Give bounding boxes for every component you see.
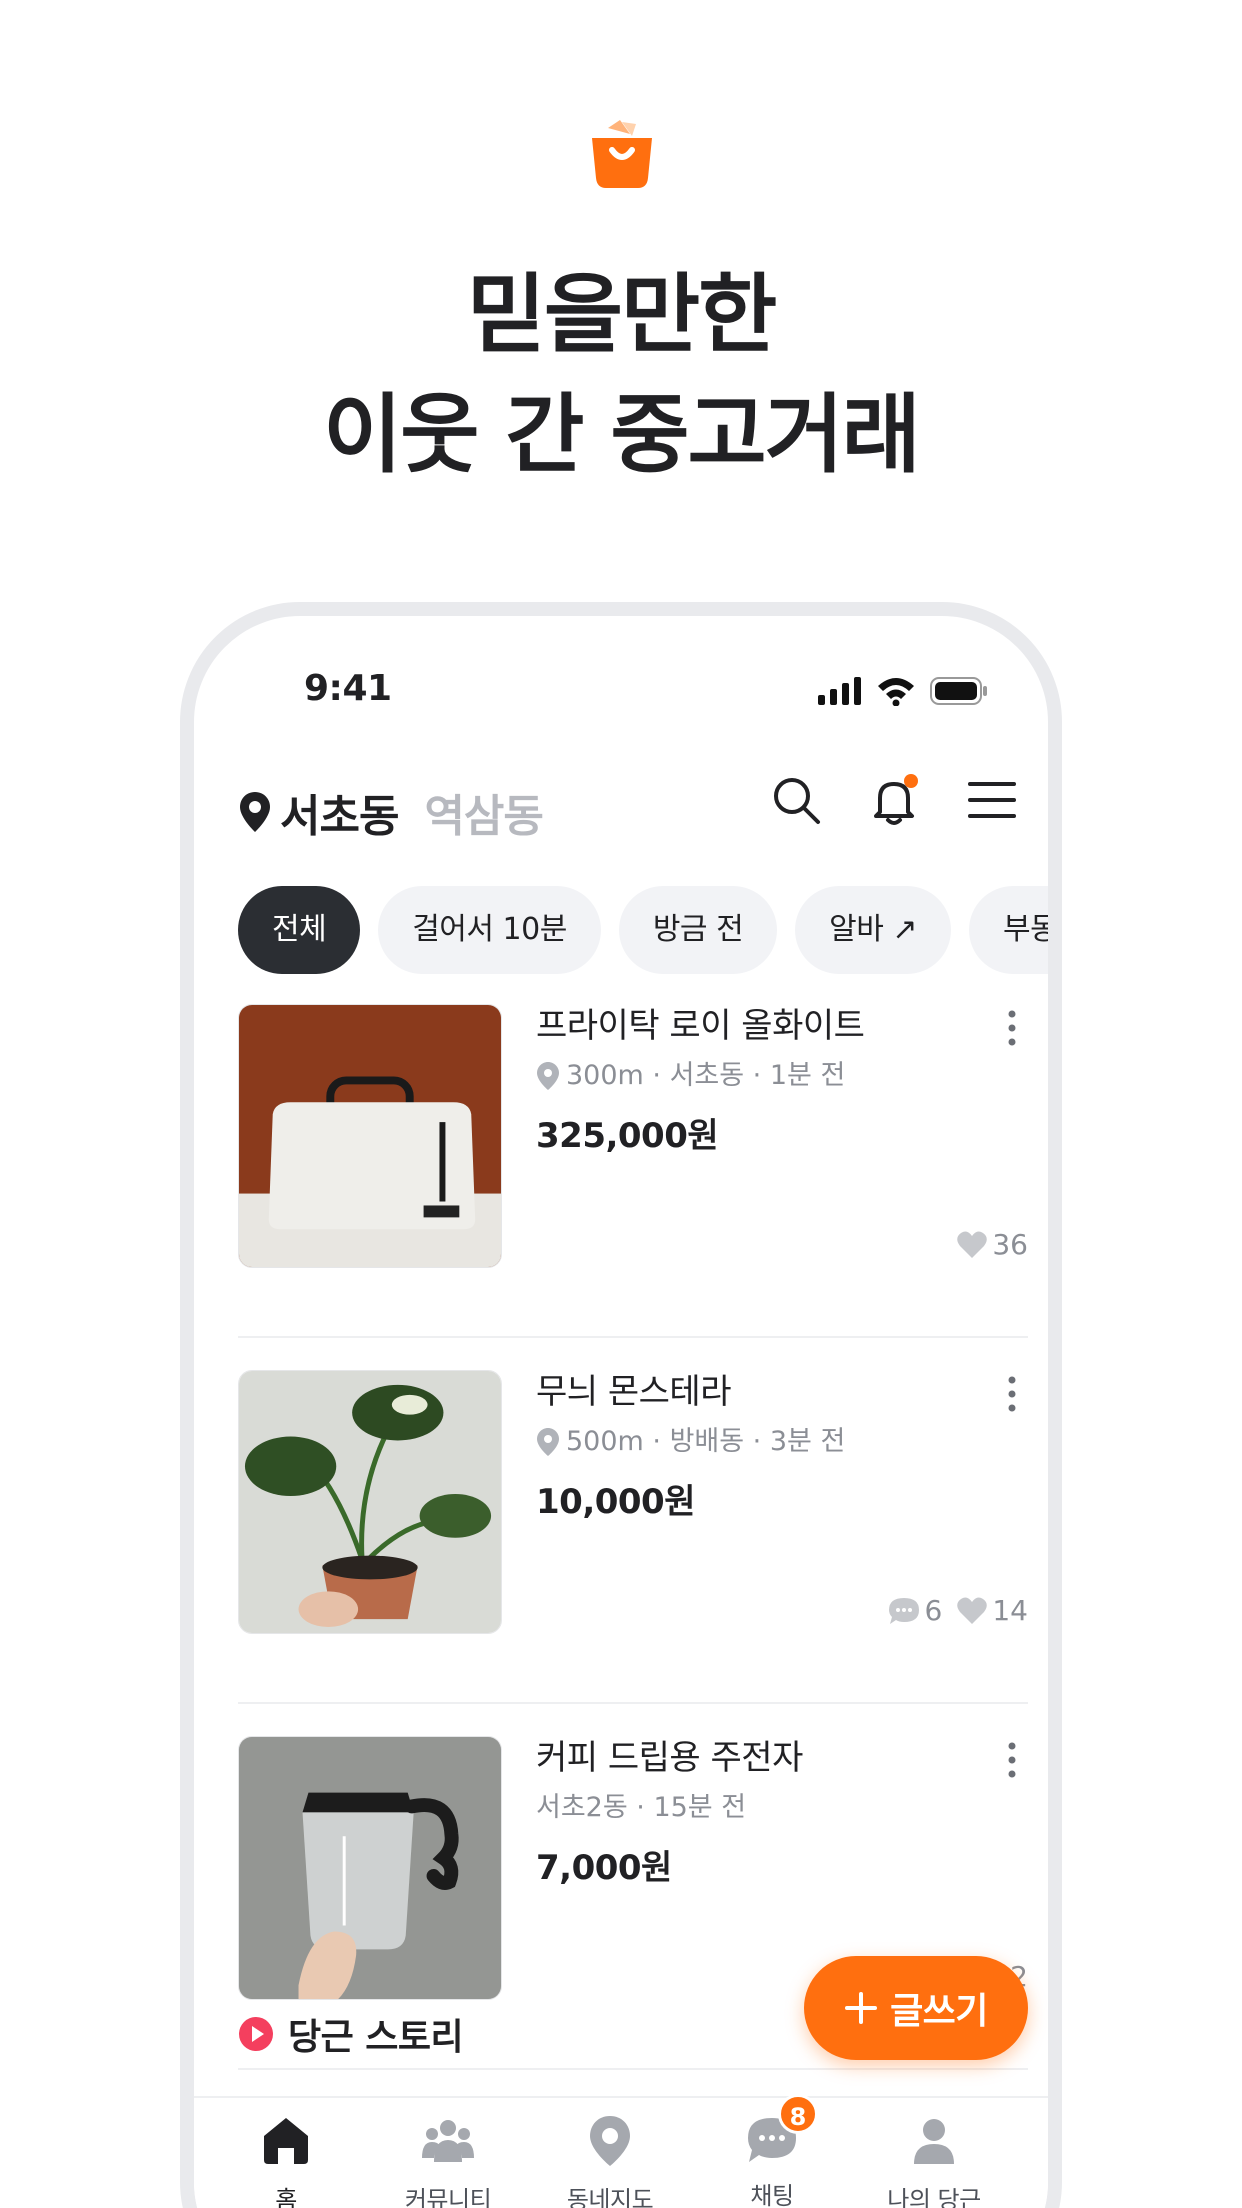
headline-line-2: 이웃 간 중고거래	[323, 385, 921, 485]
story-label: 당근 스토리	[288, 2017, 464, 2058]
item-list: 프라이탁 로이 올화이트 300m · 서초동 · 1분 전 325,000원	[238, 1004, 1028, 2070]
item-price: 7,000원	[536, 1848, 672, 1888]
location-pin-icon	[537, 1428, 559, 1456]
item-meta: 300m · 서초동 · 1분 전	[536, 1058, 1028, 1094]
location-alt[interactable]: 역삼동	[424, 780, 543, 844]
status-time: 9:41	[304, 668, 392, 709]
heart-icon	[957, 1597, 988, 1624]
app-logo-icon	[592, 120, 652, 188]
top-header: 서초동 역삼동	[194, 766, 1048, 856]
wifi-icon	[878, 678, 914, 706]
tab-chat[interactable]: 8 채팅	[702, 2094, 842, 2208]
item-meta-text: 500m · 방배동 · 3분 전	[566, 1426, 846, 1457]
item-body: 프라이탁 로이 올화이트 300m · 서초동 · 1분 전 325,000원	[536, 1004, 1028, 1157]
story-section-header[interactable]: 당근 스토리	[238, 2008, 464, 2060]
notification-dot	[904, 774, 918, 788]
heart-icon	[957, 1231, 988, 1258]
comment-count: 6	[887, 1594, 943, 1627]
more-options-icon[interactable]	[1002, 1374, 1022, 1414]
item-image-plant[interactable]	[238, 1370, 502, 1634]
item-meta-text: 300m · 서초동 · 1분 전	[566, 1060, 846, 1091]
chat-badge: 8	[778, 2094, 818, 2134]
status-bar: 9:41	[194, 668, 1048, 728]
headline: 믿을만한 이웃 간 중고거래	[0, 255, 1242, 495]
bottom-tab-bar: 홈 커뮤니티 동네지도 8 채팅 나의 당근	[194, 2094, 1048, 2208]
signal-icon	[818, 677, 861, 705]
item-price: 325,000원	[536, 1116, 719, 1156]
tab-my[interactable]: 나의 당근	[864, 2112, 1004, 2208]
tab-label: 채팅	[750, 2182, 794, 2208]
tab-label: 동네지도	[566, 2186, 654, 2208]
home-icon	[264, 2118, 308, 2164]
item-title[interactable]: 무늬 몬스테라	[536, 1370, 1028, 1414]
comment-count-value: 6	[924, 1594, 943, 1627]
list-item[interactable]: 프라이탁 로이 올화이트 300m · 서초동 · 1분 전 325,000원	[238, 1004, 1028, 1338]
location-pin-icon	[537, 1062, 559, 1090]
item-counts: 36	[956, 1228, 1028, 1261]
chip-walk-10min[interactable]: 걸어서 10분	[378, 886, 601, 974]
more-options-icon[interactable]	[1002, 1008, 1022, 1048]
menu-icon[interactable]	[966, 774, 1018, 826]
tab-label: 나의 당근	[887, 2186, 981, 2208]
item-meta-text: 서초2동 · 15분 전	[536, 1792, 747, 1823]
story-play-icon	[239, 2017, 273, 2051]
chip-alba[interactable]: 알바 ↗	[795, 886, 952, 974]
like-count-value: 14	[992, 1594, 1028, 1627]
write-post-label: 글쓰기	[890, 1991, 988, 2032]
app-screen: 9:41 서초동 역삼동 전체 걸어서 10분 방금 전 알바 ↗ 부 프라이탁…	[194, 616, 1048, 2208]
notification-button[interactable]	[868, 774, 920, 826]
item-title[interactable]: 커피 드립용 주전자	[536, 1736, 1028, 1780]
header-actions	[770, 774, 1018, 826]
chat-bubble-icon	[888, 1597, 919, 1624]
location-pin-icon	[240, 792, 270, 832]
plus-icon	[845, 1992, 878, 2024]
filter-chips: 전체 걸어서 10분 방금 전 알바 ↗ 부동산	[238, 886, 1048, 974]
like-count-value: 36	[992, 1228, 1028, 1261]
like-count: 14	[956, 1594, 1028, 1627]
profile-icon	[914, 2119, 954, 2164]
more-options-icon[interactable]	[1002, 1740, 1022, 1780]
item-title[interactable]: 프라이탁 로이 올화이트	[536, 1004, 1028, 1048]
tab-map[interactable]: 동네지도	[540, 2112, 680, 2208]
item-body: 커피 드립용 주전자 서초2동 · 15분 전 7,000원	[536, 1736, 1028, 1889]
status-icons	[818, 676, 988, 706]
tab-label: 커뮤니티	[404, 2186, 492, 2208]
location-current[interactable]: 서초동	[280, 780, 399, 844]
chip-real-estate[interactable]: 부동산	[969, 886, 1048, 974]
location-selector[interactable]: 서초동 역삼동	[238, 780, 544, 844]
item-image-kettle[interactable]	[238, 1736, 502, 2000]
tab-label: 홈	[275, 2186, 297, 2208]
chip-just-now[interactable]: 방금 전	[618, 886, 778, 974]
battery-icon	[930, 677, 987, 705]
chip-all[interactable]: 전체	[238, 886, 361, 974]
item-body: 무늬 몬스테라 500m · 방배동 · 3분 전 10,000원	[536, 1370, 1028, 1523]
item-image-bag[interactable]	[238, 1004, 502, 1268]
item-counts: 6 14	[887, 1594, 1028, 1627]
list-item[interactable]: 무늬 몬스테라 500m · 방배동 · 3분 전 10,000원 6 14	[238, 1370, 1028, 1704]
tab-home[interactable]: 홈	[216, 2112, 356, 2208]
item-meta: 서초2동 · 15분 전	[536, 1790, 1028, 1826]
tab-community[interactable]: 커뮤니티	[378, 2112, 518, 2208]
phone-frame: 9:41 서초동 역삼동 전체 걸어서 10분 방금 전 알바 ↗ 부 프라이탁…	[180, 602, 1062, 2208]
chat-icon-wrapper: 8	[744, 2094, 818, 2168]
write-post-button[interactable]: 글쓰기	[804, 1956, 1028, 2060]
item-price: 10,000원	[536, 1482, 695, 1522]
like-count: 36	[956, 1228, 1028, 1261]
search-icon[interactable]	[770, 774, 822, 826]
headline-line-1: 믿을만한	[466, 265, 777, 365]
item-meta: 500m · 방배동 · 3분 전	[536, 1424, 1028, 1460]
community-icon	[422, 2120, 474, 2162]
map-pin-icon	[590, 2116, 630, 2166]
